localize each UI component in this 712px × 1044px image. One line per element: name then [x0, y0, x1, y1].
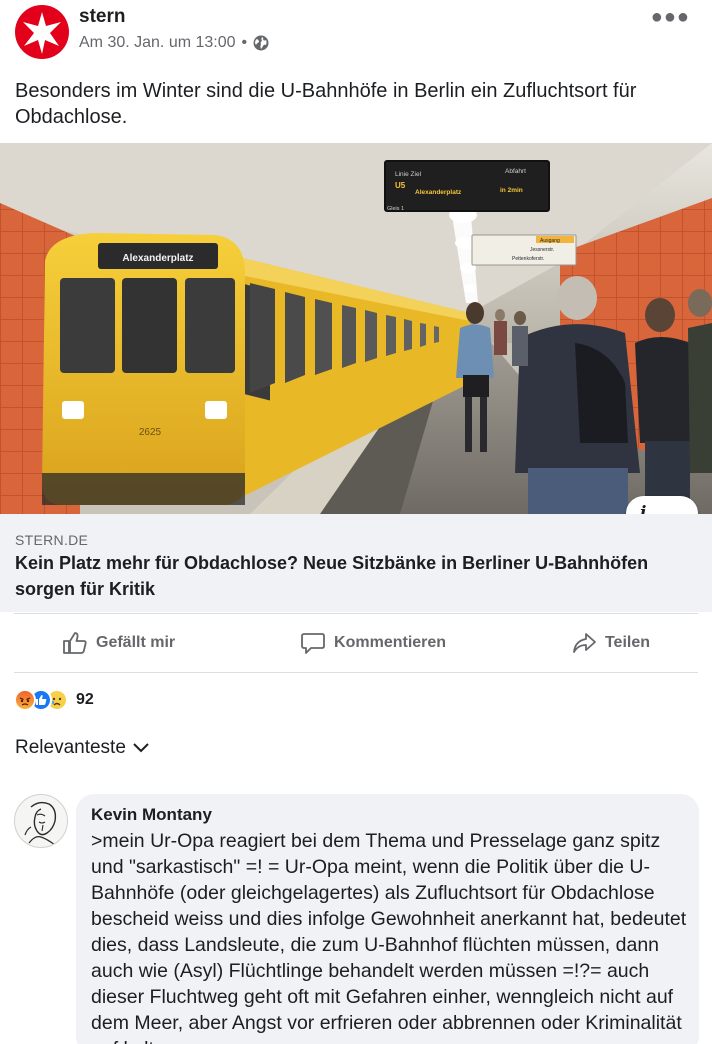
- sketch-portrait-icon: [24, 801, 57, 846]
- link-domain: STERN.DE: [15, 532, 89, 548]
- exit-sign-label: Ausgang: [540, 238, 560, 244]
- link-title: Kein Platz mehr für Obdachlose? Neue Sit…: [15, 553, 649, 599]
- link-preview-image[interactable]: Alexanderplatz 2625 Linie Ziel Abfahrt U…: [0, 143, 712, 514]
- comment-bubble-icon: [301, 633, 325, 654]
- page-avatar[interactable]: [15, 5, 69, 59]
- share-button[interactable]: Teilen: [571, 631, 650, 655]
- thumbs-up-icon: [63, 632, 87, 654]
- post-timestamp[interactable]: Am 30. Jan. um 13:00: [79, 34, 236, 52]
- reactions-summary[interactable]: 92: [14, 688, 94, 712]
- post-action-bar: Gefällt mir Kommentieren Teilen: [14, 613, 698, 673]
- sign-departure-label: Abfahrt: [505, 168, 526, 175]
- comment-button[interactable]: Kommentieren: [300, 631, 446, 655]
- subway-station-illustration: Alexanderplatz 2625 Linie Ziel Abfahrt U…: [0, 143, 712, 514]
- sign-line: U5: [395, 181, 406, 190]
- exit-street-1: Jessnerstr.: [530, 247, 554, 253]
- post-meta: Am 30. Jan. um 13:00 •: [79, 34, 269, 52]
- comment-sort-dropdown[interactable]: Relevanteste: [15, 737, 150, 759]
- sign-destination: Alexanderplatz: [415, 189, 462, 196]
- share-arrow-icon: [573, 633, 596, 653]
- like-button-label: Gefällt mir: [96, 634, 176, 651]
- train-destination-display: Alexanderplatz: [122, 253, 193, 264]
- stern-star-icon: [23, 12, 61, 54]
- sign-departure: in 2min: [500, 187, 523, 194]
- train-number: 2625: [139, 427, 162, 438]
- comment-text: >mein Ur-Opa reagiert bei dem Thema und …: [91, 830, 687, 1044]
- more-options-icon[interactable]: ●●●: [651, 6, 690, 29]
- globe-icon: [253, 35, 269, 51]
- post-header: stern Am 30. Jan. um 13:00 • ●●●: [0, 0, 712, 70]
- link-preview-card[interactable]: STERN.DE Kein Platz mehr für Obdachlose?…: [0, 514, 712, 612]
- comment-sort-label: Relevanteste: [15, 737, 126, 758]
- angry-reaction-icon: [14, 689, 36, 711]
- comment-avatar[interactable]: [14, 794, 68, 848]
- comment-button-label: Kommentieren: [334, 634, 447, 651]
- exit-street-2: Pettenkoferstr.: [512, 256, 544, 262]
- like-button[interactable]: Gefällt mir: [62, 631, 175, 655]
- sign-line-label: Linie Ziel: [395, 171, 422, 178]
- chevron-down-icon: [133, 743, 149, 753]
- share-button-label: Teilen: [604, 634, 650, 651]
- page-name[interactable]: stern: [79, 6, 125, 28]
- sign-platform: Gleis 1: [387, 206, 404, 212]
- meta-separator: •: [241, 34, 248, 51]
- comment-author[interactable]: Kevin Montany: [91, 805, 212, 825]
- reaction-count: 92: [76, 691, 94, 708]
- comment-bubble: Kevin Montany >mein Ur-Opa reagiert bei …: [76, 794, 699, 1044]
- post-text: Besonders im Winter sind die U-Bahnhöfe …: [15, 80, 637, 128]
